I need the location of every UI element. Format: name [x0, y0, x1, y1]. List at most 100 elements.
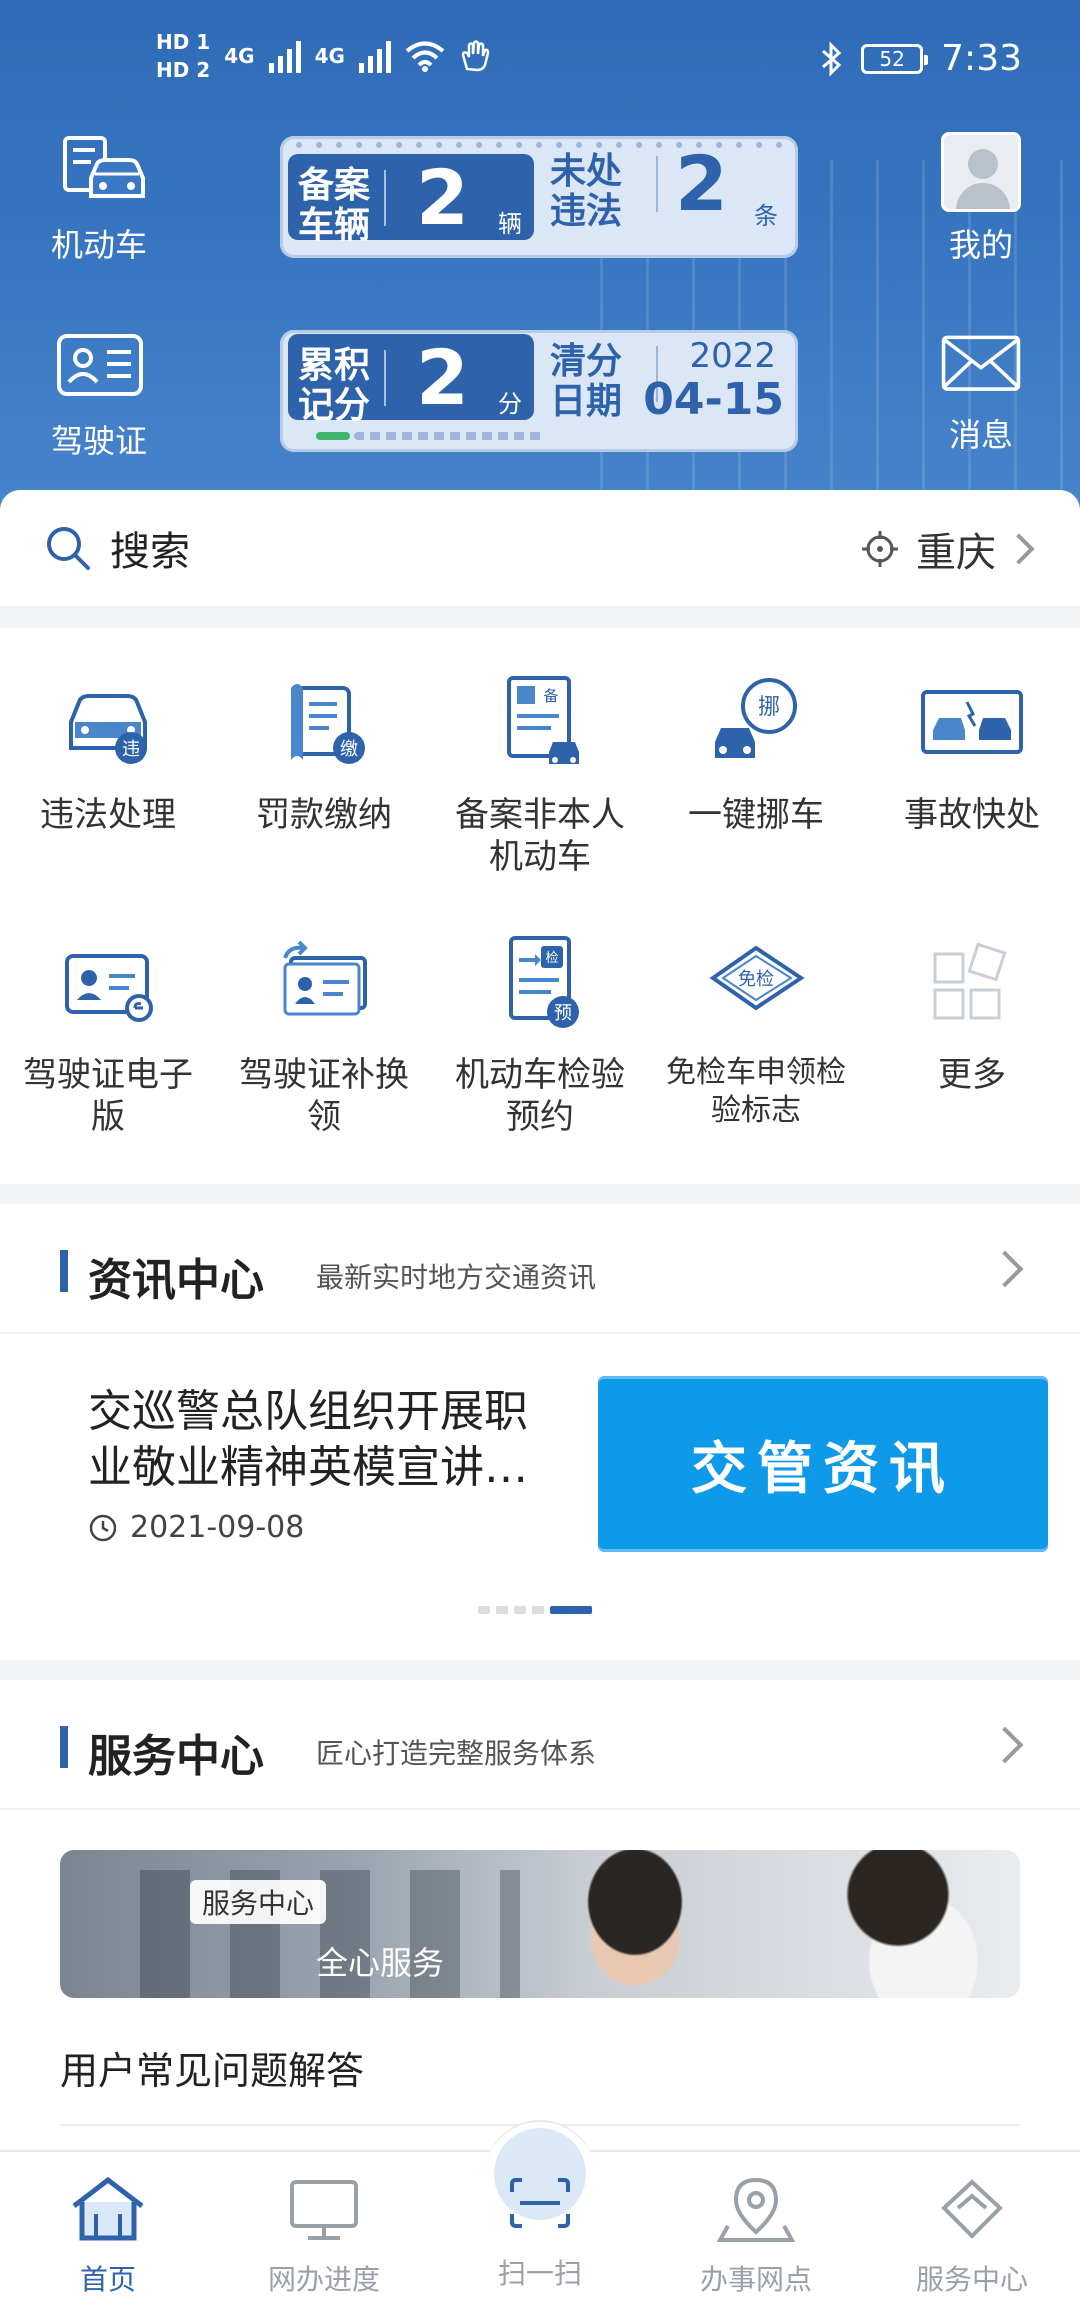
messages-entry[interactable]: 消息 — [916, 332, 1046, 456]
network-type-2: 4G — [314, 44, 345, 68]
violations-label: 未处 违法 — [550, 151, 623, 232]
service-inspection-exempt-sticker[interactable]: 免检 免检车申领检验标志 — [648, 928, 864, 1130]
vehicle-entry[interactable]: 机动车 — [34, 134, 164, 266]
service-label: 备案非本人机动车 — [455, 795, 625, 877]
tab-service-center[interactable]: 服务中心 — [864, 2174, 1080, 2298]
battery-icon: 52 — [861, 43, 929, 74]
clear-date-year: 2022 — [689, 336, 776, 376]
service-license-renewal[interactable]: 驾驶证补换领 — [216, 928, 432, 1138]
vehicle-icon — [63, 136, 145, 198]
points-card[interactable]: 累积 记分 2 分 清分 日期 2022 04-15 — [280, 330, 798, 452]
service-label: 免检车申领检验标志 — [666, 1055, 846, 1128]
search-bar[interactable]: 搜索 重庆 — [0, 490, 1080, 606]
service-violation-handling[interactable]: 违 违法处理 — [0, 668, 216, 836]
news-subtitle: 最新实时地方交通资讯 — [316, 1261, 597, 1294]
violations-unit: 条 — [754, 202, 778, 230]
registered-vehicles-count: 2 — [416, 153, 469, 242]
handshake-icon — [941, 2179, 1003, 2239]
vehicle-violation-card[interactable]: 备案 车辆 2 辆 未处 违法 2 条 — [280, 136, 798, 258]
accumulated-points-label: 累积 记分 — [298, 345, 371, 426]
accumulated-points-unit: 分 — [498, 390, 522, 418]
chevron-right-icon — [986, 1250, 1024, 1288]
faq-link[interactable]: 用户常见问题解答 — [60, 2040, 364, 2095]
violations-count: 2 — [675, 139, 728, 228]
bluetooth-icon — [822, 40, 842, 77]
sim2-label: HD 2 — [156, 58, 211, 82]
hand-icon — [461, 40, 490, 72]
inspection-exempt-icon: 免检 — [709, 945, 805, 1011]
service-accident-quick[interactable]: 事故快处 — [864, 668, 1080, 836]
chevron-right-icon — [986, 1726, 1024, 1764]
tab-service-points[interactable]: 办事网点 — [648, 2174, 864, 2298]
chevron-right-icon — [1003, 533, 1035, 565]
service-more[interactable]: 更多 — [864, 928, 1080, 1096]
accumulated-points-block: 累积 记分 2 分 — [288, 333, 534, 426]
service-label: 一键挪车 — [688, 795, 824, 835]
news-banner[interactable]: 交管资讯 — [598, 1376, 1048, 1552]
sim-indicators: HD 1 HD 2 — [156, 30, 210, 82]
svg-text:检: 检 — [545, 951, 558, 966]
license-entry[interactable]: 驾驶证 — [34, 330, 164, 462]
service-move-car[interactable]: 挪 一键挪车 — [648, 668, 864, 836]
news-header[interactable]: 资讯中心 最新实时地方交通资讯 — [0, 1204, 1080, 1334]
news-section: 资讯中心 最新实时地方交通资讯 交巡警总队组织开展职业敬业精神英模宣讲… 202… — [0, 1204, 1080, 1660]
pager-dot — [478, 1606, 490, 1614]
service-label: 罚款缴纳 — [256, 795, 392, 835]
svg-text:挪: 挪 — [758, 695, 780, 720]
service-label: 更多 — [938, 1055, 1006, 1095]
crosshair-icon — [862, 531, 898, 567]
network-type-1: 4G — [224, 44, 255, 68]
service-center-title: 服务中心 — [88, 1731, 264, 1782]
pager-dot — [532, 1606, 544, 1614]
license-label: 驾驶证 — [50, 422, 147, 460]
service-inspection-appointment[interactable]: 检 预 机动车检验预约 — [432, 928, 648, 1138]
accumulated-points-value: 2 — [416, 333, 469, 422]
service-label: 机动车检验预约 — [455, 1055, 625, 1137]
car-violation-icon: 违 — [69, 694, 147, 764]
points-progress-bar — [316, 432, 552, 442]
service-grid: 违 违法处理 缴 罚款缴纳 备 备案非本人机动车 挪 一键挪车 事故快处 驾驶证… — [0, 628, 1080, 1184]
mine-label: 我的 — [948, 226, 1013, 264]
license-icon — [57, 334, 143, 396]
location-selector[interactable]: 重庆 — [860, 520, 1035, 578]
news-headline[interactable]: 交巡警总队组织开展职业敬业精神英模宣讲… — [88, 1384, 548, 1496]
sim1-label: HD 1 — [156, 30, 211, 54]
service-fine-payment[interactable]: 缴 罚款缴纳 — [216, 668, 432, 836]
service-label: 违法处理 — [40, 795, 176, 835]
scan-icon — [510, 2178, 570, 2228]
banner-tag: 服务中心 — [190, 1880, 327, 1924]
mine-entry[interactable]: 我的 — [916, 132, 1046, 266]
signal-icon-2 — [358, 39, 391, 73]
registered-vehicles-block: 备案 车辆 2 辆 — [288, 153, 534, 246]
service-e-license[interactable]: 驾驶证电子版 — [0, 928, 216, 1138]
clock-icon — [89, 1514, 117, 1541]
clear-date-day: 04-15 — [643, 374, 784, 425]
tab-progress[interactable]: 网办进度 — [216, 2174, 432, 2298]
avatar — [941, 132, 1021, 212]
carousel-pager — [478, 1606, 592, 1614]
service-register-non-owned-vehicle[interactable]: 备 备案非本人机动车 — [432, 668, 648, 878]
search-icon — [47, 527, 90, 570]
section-accent-bar — [60, 1726, 68, 1768]
registered-vehicles-unit: 辆 — [498, 210, 522, 238]
news-title: 资讯中心 — [88, 1255, 264, 1306]
svg-text:免检: 免检 — [738, 969, 774, 990]
home-icon — [72, 2176, 144, 2241]
messages-label: 消息 — [948, 416, 1013, 454]
scroll-payment-icon: 缴 — [291, 684, 365, 764]
service-center-banner[interactable]: 服务中心 全心服务 — [60, 1850, 1020, 1998]
monitor-icon — [290, 2180, 358, 2240]
pager-dot — [514, 1606, 526, 1614]
document-car-icon: 备 — [507, 676, 579, 764]
service-center-header[interactable]: 服务中心 匠心打造完整服务体系 — [0, 1680, 1080, 1810]
tab-home[interactable]: 首页 — [0, 2174, 216, 2298]
search-input[interactable]: 搜索 — [110, 519, 190, 577]
svg-text:备: 备 — [543, 687, 558, 705]
location-pin-icon — [716, 2177, 796, 2242]
app-screen: HD 1 HD 2 4G 4G 52 7:33 机动车 驾驶证 我的 消息 备案… — [0, 0, 1080, 2310]
e-license-icon — [65, 954, 153, 1022]
bottom-tab-bar: 首页 网办进度 扫一扫 办事网点 服务中心 — [0, 2120, 1080, 2310]
tab-scan[interactable]: 扫一扫 — [432, 2174, 648, 2292]
svg-text:缴: 缴 — [340, 739, 358, 760]
service-label: 事故快处 — [904, 795, 1040, 835]
